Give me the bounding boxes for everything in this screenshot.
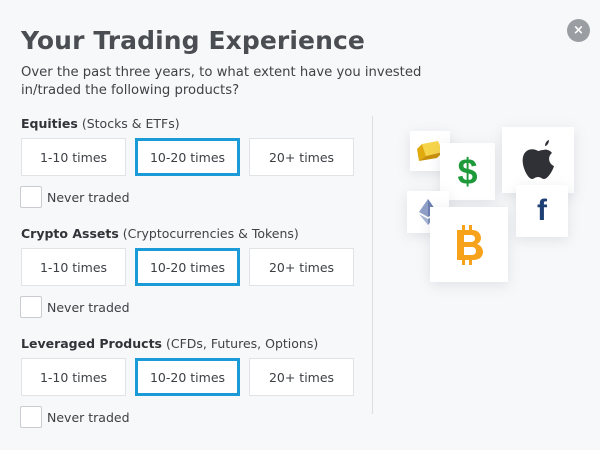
section-label-equities: Equities (Stocks & ETFs) — [21, 116, 180, 131]
leveraged-never-traded-label: Never traded — [47, 409, 130, 425]
dollar-sign-icon: $ — [457, 150, 478, 192]
page-subtitle: Over the past three years, to what exten… — [21, 65, 422, 98]
crypto-option-10-20[interactable]: 10-20 times — [135, 248, 240, 286]
crypto-option-1-10[interactable]: 1-10 times — [21, 248, 126, 286]
vertical-divider — [372, 116, 373, 414]
bitcoin-icon — [457, 224, 483, 265]
apple-tile — [502, 127, 574, 193]
section-label-crypto: Crypto Assets (Cryptocurrencies & Tokens… — [21, 226, 299, 241]
leveraged-option-1-10[interactable]: 1-10 times — [21, 358, 126, 396]
equities-never-traded[interactable]: Never traded — [20, 186, 130, 208]
crypto-never-traded-checkbox[interactable] — [20, 296, 42, 318]
page-title: Your Trading Experience — [21, 26, 365, 55]
leveraged-option-10-20[interactable]: 10-20 times — [135, 358, 240, 396]
leveraged-never-traded[interactable]: Never traded — [20, 406, 130, 428]
leveraged-option-20-plus[interactable]: 20+ times — [249, 358, 354, 396]
close-icon: × — [573, 23, 584, 38]
crypto-never-traded[interactable]: Never traded — [20, 296, 130, 318]
equities-never-traded-label: Never traded — [47, 189, 130, 205]
equities-never-traded-checkbox[interactable] — [20, 186, 42, 208]
equities-option-10-20[interactable]: 10-20 times — [135, 138, 240, 176]
close-button[interactable]: × — [567, 19, 590, 42]
apple-logo-icon — [522, 140, 554, 179]
facebook-tile: f — [516, 185, 568, 237]
facebook-logo-icon: f — [537, 194, 547, 227]
leveraged-never-traded-checkbox[interactable] — [20, 406, 42, 428]
crypto-never-traded-label: Never traded — [47, 299, 130, 315]
crypto-option-20-plus[interactable]: 20+ times — [249, 248, 354, 286]
equities-option-20-plus[interactable]: 20+ times — [249, 138, 354, 176]
section-label-leveraged: Leveraged Products (CFDs, Futures, Optio… — [21, 336, 319, 351]
bitcoin-tile — [430, 207, 508, 282]
equities-option-1-10[interactable]: 1-10 times — [21, 138, 126, 176]
